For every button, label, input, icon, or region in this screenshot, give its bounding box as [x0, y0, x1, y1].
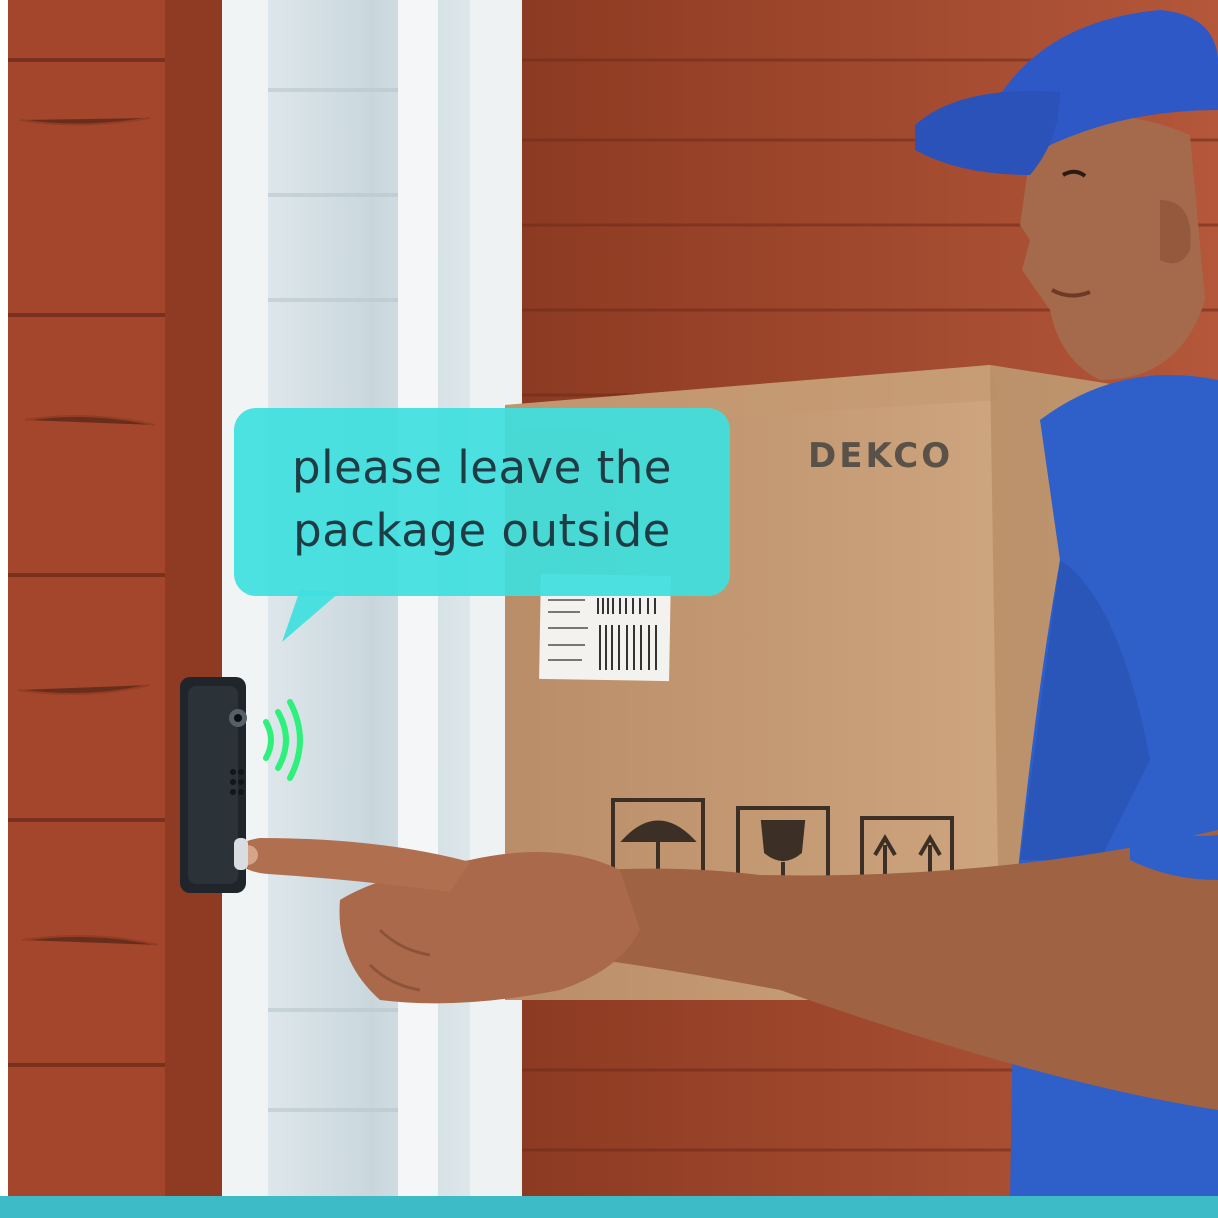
door-frame-inner [222, 0, 268, 1200]
door-frame-mid [398, 0, 438, 1200]
doorbell-camera [180, 677, 248, 893]
speech-line-2: package outside [293, 504, 671, 557]
fragile-glass-icon [760, 820, 806, 861]
speech-bubble-text: please leave the package outside [234, 436, 730, 562]
box-brand-logo: DEKCO [808, 436, 954, 476]
doorbell-button [234, 838, 248, 870]
speech-line-1: please leave the [292, 441, 672, 494]
wood-post-edge [165, 0, 222, 1200]
scene: please leave the package outside DEKCO [0, 0, 1218, 1218]
illustration [8, 0, 1218, 1200]
accent-bar [0, 1196, 1218, 1218]
